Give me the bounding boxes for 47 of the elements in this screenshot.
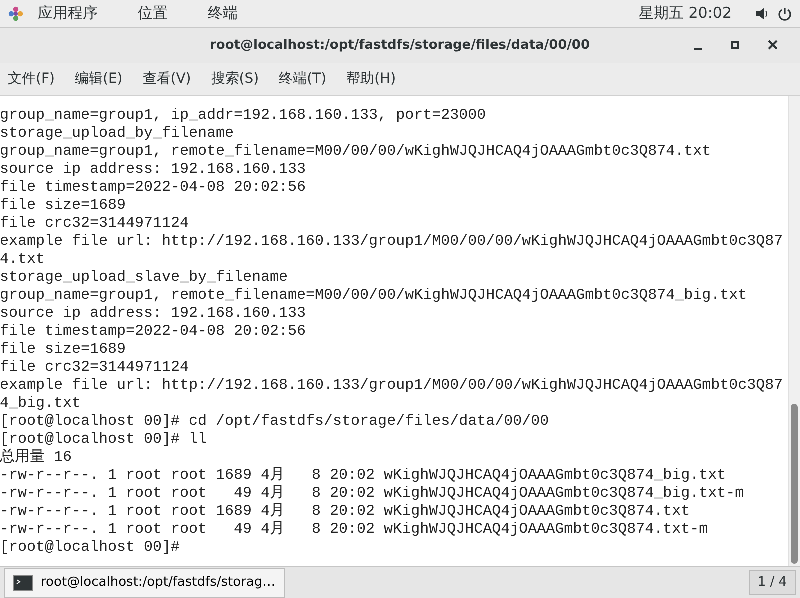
- terminal-line: -rw-r--r--. 1 root root 49 4月 8 20:02 wKighWJQJHCAQ4jOAAAGmbt0c3Q874_big.txt-m: [0, 485, 746, 503]
- terminal-line: source ip address: 192.168.160.133: [0, 161, 308, 179]
- terminal-line: storage_upload_slave_by_filename: [0, 269, 290, 287]
- window-title: root@localhost:/opt/fastdfs/storage/files/data/00/00: [210, 36, 590, 55]
- terminal-line: 4_big.txt: [0, 395, 82, 413]
- terminal-line: [root@localhost 00]#: [0, 539, 182, 557]
- menu-item[interactable]: 查看(V): [134, 66, 200, 92]
- menu-item[interactable]: 终端(T): [271, 66, 335, 92]
- terminal-line: file size=1689: [0, 197, 128, 215]
- terminal-line: group_name=group1, remote_filename=M00/00/00/wKighWJQJHCAQ4jOAAAGmbt0c3Q874_big.txt: [0, 287, 748, 305]
- terminal-line: storage_upload_by_filename: [0, 125, 236, 143]
- terminal-icon: [13, 574, 33, 590]
- terminal-line: example file url: http://192.168.160.133/group1/M00/00/00/wKighWJQJHCAQ4jOAAAGmbt0c3Q87: [0, 233, 784, 251]
- minimize-icon: [694, 48, 702, 50]
- terminal-line: file size=1689: [0, 341, 128, 359]
- terminal-line: -rw-r--r--. 1 root root 1689 4月 8 20:02 wKighWJQJHCAQ4jOAAAGmbt0c3Q874.txt: [0, 503, 692, 521]
- apps-icon[interactable]: [8, 6, 24, 22]
- terminal-line: file crc32=3144971124: [0, 359, 190, 377]
- taskbar-button[interactable]: root@localhost:/opt/fastdfs/storag…: [4, 568, 285, 598]
- scrollbar-thumb[interactable]: [791, 404, 798, 564]
- menu-item[interactable]: 搜索(S): [203, 66, 268, 92]
- terminal-line: example file url: http://192.168.160.133/group1/M00/00/00/wKighWJQJHCAQ4jOAAAGmbt0c3Q87: [0, 377, 784, 395]
- menu-item[interactable]: 帮助(H): [338, 66, 404, 92]
- power-icon[interactable]: [778, 6, 792, 20]
- terminal-line: file timestamp=2022-04-08 20:02:56: [0, 323, 308, 341]
- menu-item[interactable]: 编辑(E): [66, 66, 131, 92]
- terminal-line: -rw-r--r--. 1 root root 1689 4月 8 20:02 wKighWJQJHCAQ4jOAAAGmbt0c3Q874_big.txt: [0, 467, 728, 485]
- volume-icon[interactable]: [756, 6, 770, 20]
- workspace-indicator[interactable]: 1 / 4: [748, 570, 796, 596]
- terminal-line: [root@localhost 00]# ll: [0, 431, 208, 448]
- terminal-line: group_name=group1, ip_addr=192.168.160.133, port=23000: [0, 107, 488, 125]
- scrollbar[interactable]: [788, 96, 800, 566]
- terminal-line: 总用量 16: [0, 449, 74, 467]
- terminal-line: file timestamp=2022-04-08 20:02:56: [0, 179, 308, 197]
- top-menu-item[interactable]: 应用程序: [30, 0, 106, 27]
- terminal-line: source ip address: 192.168.160.133: [0, 305, 308, 323]
- maximize-icon: [730, 40, 740, 50]
- close-icon: [768, 40, 778, 50]
- terminal-line: -rw-r--r--. 1 root root 49 4月 8 20:02 wKighWJQJHCAQ4jOAAAGmbt0c3Q874.txt-m: [0, 521, 710, 539]
- terminal-line: group_name=group1, remote_filename=M00/00/00/wKighWJQJHCAQ4jOAAAGmbt0c3Q874.txt: [0, 143, 712, 161]
- menu-item[interactable]: 文件(F): [0, 66, 63, 92]
- clock[interactable]: 星期五 20:02: [639, 2, 732, 25]
- terminal-line: 4.txt: [0, 251, 46, 269]
- top-menu-item[interactable]: 位置: [130, 0, 176, 27]
- terminal-line: file crc32=3144971124: [0, 215, 190, 233]
- terminal-line: [root@localhost 00]# cd /opt/fastdfs/storage/files/data/00/00: [0, 413, 550, 431]
- top-menu-item[interactable]: 终端: [200, 0, 246, 27]
